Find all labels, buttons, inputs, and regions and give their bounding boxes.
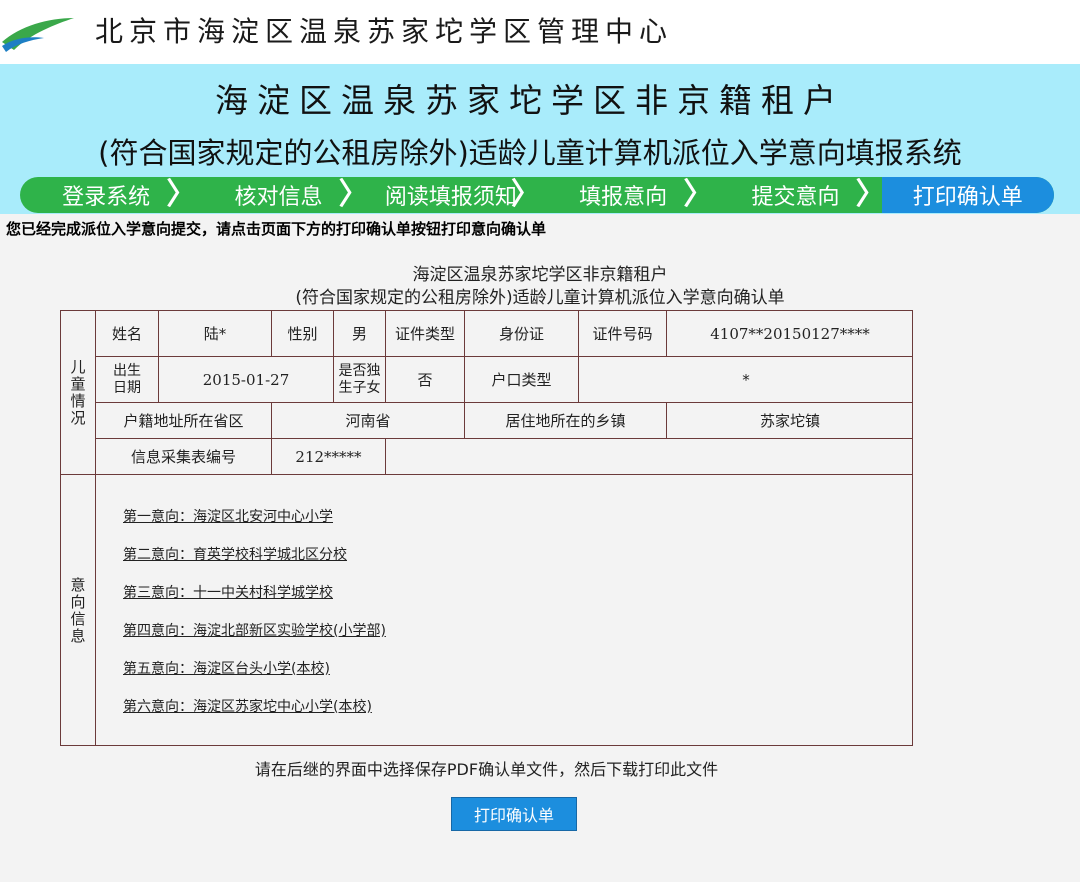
value-birth-date: 2015-01-27 [159,357,334,403]
label-form-number: 信息采集表编号 [96,439,272,475]
step-label: 阅读填报须知 [384,185,517,210]
step-label: 登录系统 [62,185,151,210]
step-print-confirmation[interactable]: 打印确认单 [881,177,1054,213]
doc-title-line2: (符合国家规定的公租房除外)适龄儿童计算机派位入学意向确认单 [295,288,785,308]
step-label: 填报意向 [579,185,668,210]
save-pdf-hint: 请在后继的界面中选择保存PDF确认单文件，然后下载打印此文件 [254,760,719,779]
step-progress-bar: 登录系统〉 核对信息〉 阅读填报须知〉 填报意向〉 提交意向〉 打印确认单 [20,177,1054,213]
value-id-number: 4107**20150127**** [667,311,913,357]
value-only-child: 否 [386,357,465,403]
top-header: 北京市海淀区温泉苏家坨学区管理中心 [0,0,1080,64]
label-hukou-type: 户口类型 [465,357,579,403]
section-intent-info: 意向信息 [61,475,96,746]
completion-notice: 您已经完成派位入学意向提交，请点击页面下方的打印确认单按钮打印意向确认单 [6,220,547,238]
intent-4-link[interactable]: 第四意向：海淀北部新区实验学校(小学部) [123,620,386,640]
intent-1-link[interactable]: 第一意向：海淀区北安河中心小学 [123,506,333,526]
print-confirmation-button[interactable]: 打印确认单 [451,797,577,831]
label-hukou-province: 户籍地址所在省区 [96,403,272,439]
intent-5-link[interactable]: 第五意向：海淀区台头小学(本校) [123,658,330,678]
value-residence-town: 苏家坨镇 [667,403,913,439]
intent-3-link[interactable]: 第三意向：十一中关村科学城学校 [123,582,333,602]
label-only-child: 是否独生子女 [334,357,386,403]
step-label: 提交意向 [751,185,840,210]
value-name: 陆* [159,311,272,357]
label-birth-date: 出生日期 [96,357,159,403]
step-read-notice[interactable]: 阅读填报须知〉 [365,177,541,213]
confirmation-table: 儿童情况 意向信息 姓名 陆* 性别 男 证件类型 身份证 证件号码 4107*… [60,310,913,746]
intent-6-link[interactable]: 第六意向：海淀区苏家坨中心小学(本校) [123,696,372,716]
step-submit-intent[interactable]: 提交意向〉 [709,177,885,213]
value-form-number: 212***** [272,439,386,475]
system-title-line2: (符合国家规定的公租房除外)适龄儿童计算机派位入学意向填报系统 [98,136,962,170]
section-label: 儿童情况 [68,358,87,427]
section-child-info: 儿童情况 [61,311,96,475]
label-id-number: 证件号码 [579,311,667,357]
empty-cell [386,439,913,475]
org-title: 北京市海淀区温泉苏家坨学区管理中心 [95,15,674,48]
label-residence-town: 居住地所在的乡镇 [465,403,667,439]
doc-title-line1: 海淀区温泉苏家坨学区非京籍租户 [412,265,668,285]
label-id-type: 证件类型 [386,311,465,357]
step-label: 核对信息 [234,185,323,210]
system-title-line1: 海淀区温泉苏家坨学区非京籍租户 [215,81,845,120]
step-login[interactable]: 登录系统〉 [20,177,196,213]
intent-2-link[interactable]: 第二意向：育英学校科学城北区分校 [123,544,347,564]
label-name: 姓名 [96,311,159,357]
value-hukou-type: * [579,357,913,403]
step-label: 打印确认单 [912,185,1023,210]
step-fill-intent[interactable]: 填报意向〉 [537,177,713,213]
label-gender: 性别 [272,311,334,357]
logo-icon [2,18,74,52]
value-hukou-province: 河南省 [272,403,465,439]
section-label: 意向信息 [68,576,87,645]
value-gender: 男 [334,311,386,357]
value-id-type: 身份证 [465,311,579,357]
step-verify-info[interactable]: 核对信息〉 [192,177,368,213]
